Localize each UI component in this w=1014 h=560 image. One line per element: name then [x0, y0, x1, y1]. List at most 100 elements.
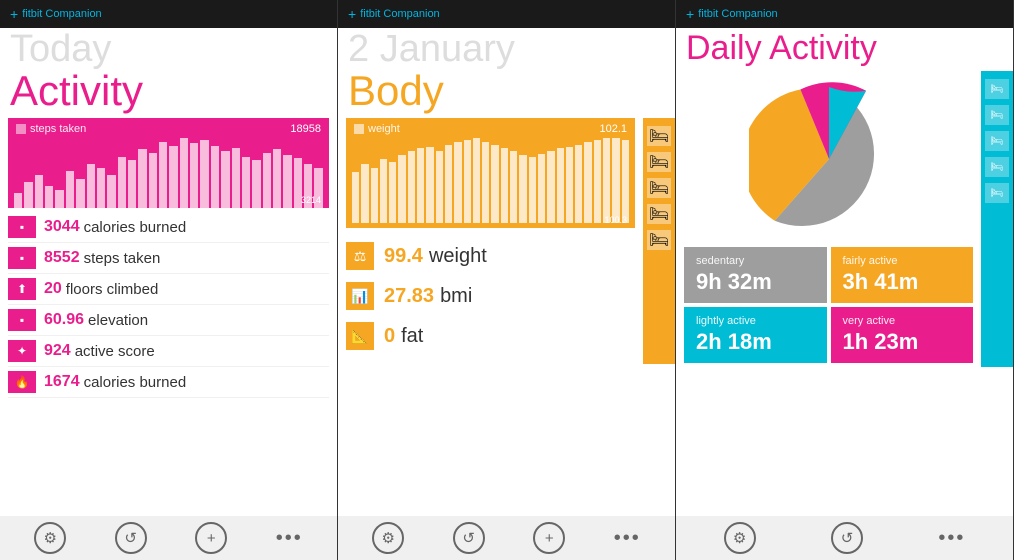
add-button-1[interactable]: +	[195, 522, 227, 554]
stat-icon-5: 🔥	[8, 371, 36, 393]
panel1-title: Activity	[10, 68, 327, 114]
bars-container-2	[352, 138, 629, 223]
body-bar	[464, 140, 471, 223]
fat-icon: 📐	[346, 322, 374, 350]
sidebar-icon-3: 🛏	[647, 178, 671, 198]
body-bar	[501, 148, 508, 223]
weight-label: weight	[429, 245, 487, 268]
activity-bar	[118, 157, 126, 209]
activity-bar	[24, 182, 32, 208]
sidebar-icon-5: 🛏	[647, 230, 671, 250]
sidebar-icon-3-5: 🛏	[985, 183, 1009, 203]
activity-bar	[97, 168, 105, 209]
sedentary-value: 9h 32m	[696, 269, 815, 295]
activity-bar	[273, 149, 281, 208]
refresh-button-2[interactable]: ↺	[453, 522, 485, 554]
bottom-bar-1: ⚙ ↺ + •••	[0, 516, 337, 560]
activity-bar	[128, 160, 136, 208]
body-bar	[566, 147, 573, 224]
sidebar-icon-3-1: 🛏	[985, 79, 1009, 99]
fitbit-logo-3: + fitbit Companion	[686, 6, 778, 22]
bmi-label: bmi	[440, 285, 472, 308]
daily-activity-panel: + fitbit Companion Daily Activity	[676, 0, 1014, 560]
sidebar-icon-3-3: 🛏	[985, 131, 1009, 151]
body-stats: ⚖ 99.4 weight 📊 27.83 bmi 📐 0 fat	[338, 228, 643, 364]
panel2-title: Body	[348, 68, 665, 114]
activity-bar	[76, 179, 84, 208]
add-button-2[interactable]: +	[533, 522, 565, 554]
pie-chart-container	[676, 71, 981, 243]
panel2-content: weight 102.1 100.3 ⚖ 99.4 weight 📊 27.83…	[338, 118, 643, 364]
fitbit-logo-1: + fitbit Companion	[10, 6, 102, 22]
page-header-today-1: Today	[10, 30, 327, 68]
body-bar	[445, 145, 452, 223]
activity-bar	[221, 151, 229, 208]
fitbit-logo-2: + fitbit Companion	[348, 6, 440, 22]
refresh-button-1[interactable]: ↺	[115, 522, 147, 554]
fairly-label: fairly active	[843, 255, 962, 267]
body-bar	[519, 155, 526, 223]
very-active-tile: very active 1h 23m	[831, 307, 974, 363]
stat-icon-2: ⬆	[8, 278, 36, 300]
body-bar	[529, 157, 536, 223]
page-header-2: 2 January Body	[338, 28, 675, 118]
stat-item: ▪ 8552 steps taken	[8, 243, 329, 274]
more-button-1[interactable]: •••	[276, 527, 303, 550]
lightly-label: lightly active	[696, 315, 815, 327]
stat-item: ⬆ 20 floors climbed	[8, 274, 329, 305]
stat-label-0: calories burned	[84, 219, 187, 236]
activity-bar	[190, 143, 198, 208]
activity-bar	[35, 175, 43, 208]
stat-value-1: 8552	[44, 249, 80, 267]
stat-icon-0: ▪	[8, 216, 36, 238]
body-bar	[612, 138, 619, 223]
stat-item: ✦ 924 active score	[8, 336, 329, 367]
activity-bar	[87, 164, 95, 208]
activity-bar	[211, 146, 219, 209]
more-button-2[interactable]: •••	[614, 527, 641, 550]
sidebar-icon-1: 🛏	[647, 126, 671, 146]
body-bar	[538, 154, 545, 224]
activity-bar	[138, 149, 146, 208]
more-button-3[interactable]: •••	[938, 527, 965, 550]
page-header-3: Daily Activity	[676, 28, 1013, 71]
sedentary-tile: sedentary 9h 32m	[684, 247, 827, 303]
stat-label-5: calories burned	[84, 374, 187, 391]
lightly-active-tile: lightly active 2h 18m	[684, 307, 827, 363]
settings-button-1[interactable]: ⚙	[34, 522, 66, 554]
panel3-content: sedentary 9h 32m fairly active 3h 41m li…	[676, 71, 981, 367]
body-bar	[426, 147, 433, 224]
chart-label-square-1	[16, 124, 26, 134]
status-bar-3: + fitbit Companion	[676, 0, 1013, 28]
fairly-value: 3h 41m	[843, 269, 962, 295]
body-bar	[417, 148, 424, 223]
body-bar	[380, 159, 387, 223]
body-bar	[436, 151, 443, 223]
refresh-button-3[interactable]: ↺	[831, 522, 863, 554]
weight-value: 99.4	[384, 245, 423, 268]
stat-label-4: active score	[75, 343, 155, 360]
fairly-active-tile: fairly active 3h 41m	[831, 247, 974, 303]
activity-grid: sedentary 9h 32m fairly active 3h 41m li…	[676, 243, 981, 367]
fat-stat: 📐 0 fat	[346, 316, 635, 356]
activity-panel: + fitbit Companion Today Activity steps …	[0, 0, 338, 560]
chart-min-1: 3214	[301, 195, 321, 205]
stat-icon-4: ✦	[8, 340, 36, 362]
body-bar	[622, 140, 629, 223]
body-bar	[575, 145, 582, 223]
settings-button-2[interactable]: ⚙	[372, 522, 404, 554]
body-bar	[491, 145, 498, 223]
activity-bar	[252, 160, 260, 208]
fat-label: fat	[401, 325, 423, 348]
bottom-bar-3: ⚙ ↺ •••	[676, 516, 1013, 560]
chart-label-1: steps taken	[16, 123, 86, 135]
settings-button-3[interactable]: ⚙	[724, 522, 756, 554]
activity-bar	[242, 157, 250, 209]
panel3-body: sedentary 9h 32m fairly active 3h 41m li…	[676, 71, 1013, 367]
stat-icon-1: ▪	[8, 247, 36, 269]
sidebar-icon-3-4: 🛏	[985, 157, 1009, 177]
stat-label-2: floors climbed	[66, 281, 159, 298]
right-sidebar-3: 🛏 🛏 🛏 🛏 🛏	[981, 71, 1013, 367]
body-bar	[584, 142, 591, 223]
body-bar	[473, 138, 480, 223]
